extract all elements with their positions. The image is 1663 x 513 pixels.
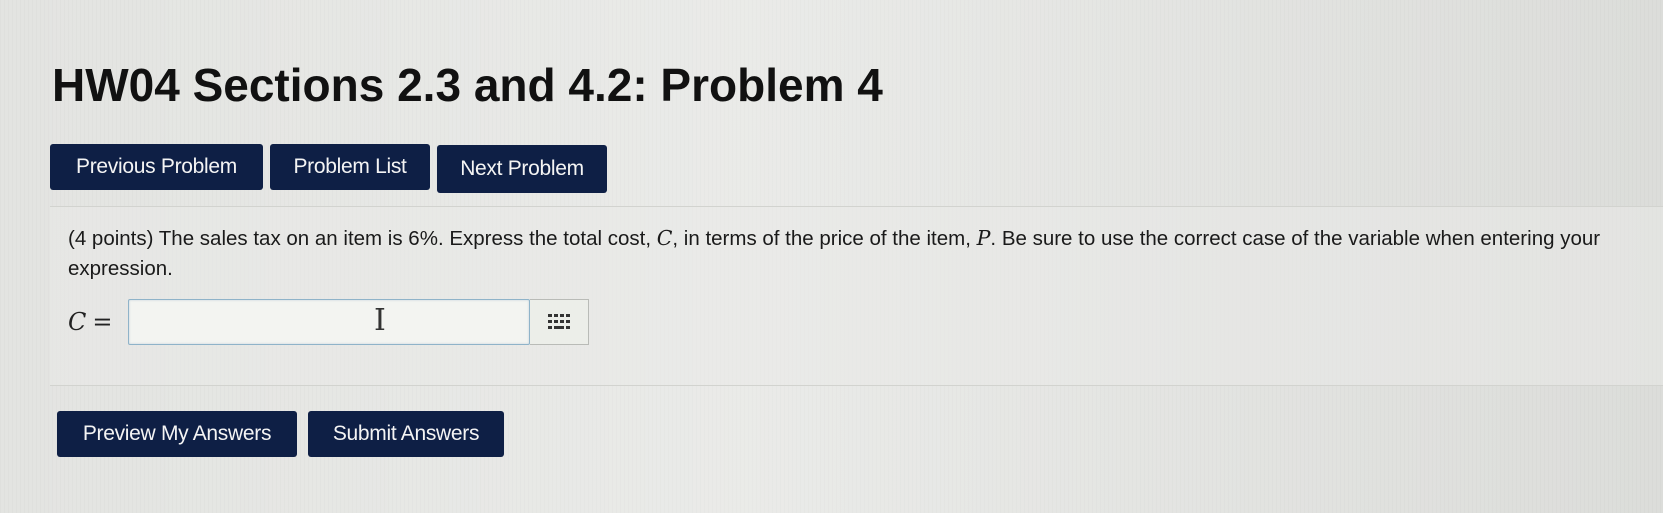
equation-editor-button[interactable] xyxy=(530,299,589,345)
answer-label: C = xyxy=(68,308,128,336)
problem-list-button[interactable]: Problem List xyxy=(270,144,430,190)
previous-problem-button[interactable]: Previous Problem xyxy=(50,144,263,190)
problem-text-part1: (4 points) The sales tax on an item is 6… xyxy=(68,227,657,250)
text-cursor-icon: I xyxy=(374,303,386,338)
problem-text-part2: , in terms of the price of the item, xyxy=(672,227,977,250)
next-problem-button[interactable]: Next Problem xyxy=(437,145,607,193)
variable-c: C xyxy=(656,226,673,250)
submit-answers-button[interactable]: Submit Answers xyxy=(308,411,504,457)
problem-nav: Previous Problem Problem List Next Probl… xyxy=(50,144,607,193)
preview-answers-button[interactable]: Preview My Answers xyxy=(57,411,297,457)
problem-container: (4 points) The sales tax on an item is 6… xyxy=(50,206,1663,386)
answer-row: C = I xyxy=(68,299,589,345)
problem-statement: (4 points) The sales tax on an item is 6… xyxy=(68,223,1628,284)
answer-input[interactable]: I xyxy=(128,299,530,345)
answer-actions: Preview My Answers Submit Answers xyxy=(57,411,504,457)
answer-label-var: C xyxy=(68,308,87,336)
page-title: HW04 Sections 2.3 and 4.2: Problem 4 xyxy=(52,59,883,111)
variable-p: P xyxy=(976,226,991,250)
keypad-grid-icon xyxy=(548,314,570,329)
page: HW04 Sections 2.3 and 4.2: Problem 4 Pre… xyxy=(0,0,1663,513)
answer-label-eq: = xyxy=(92,308,113,336)
